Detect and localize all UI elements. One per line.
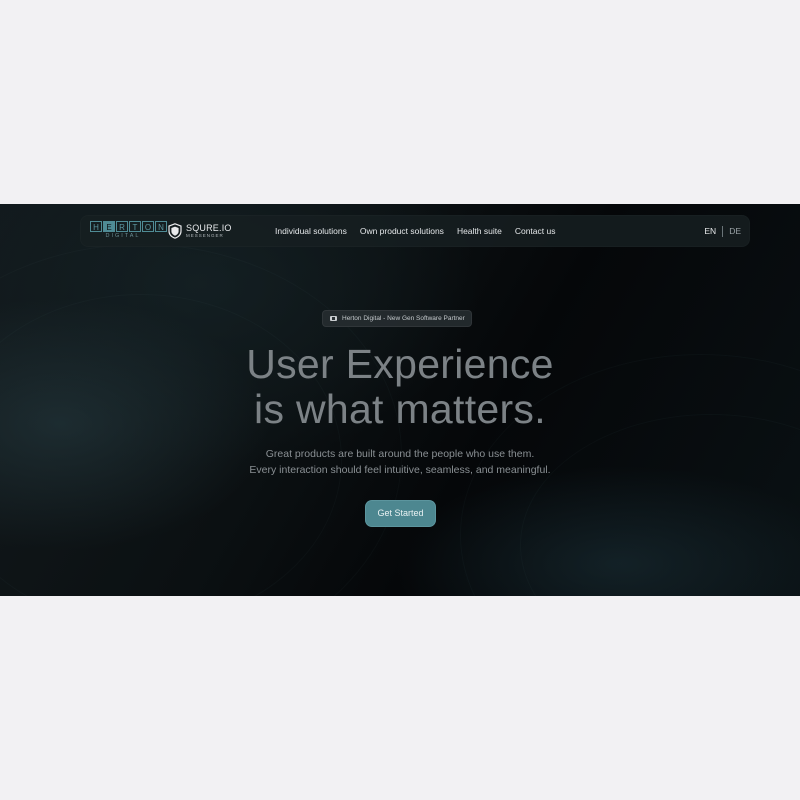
logo-letter: O xyxy=(142,221,154,232)
logo-letter: T xyxy=(129,221,141,232)
logo-letter: N xyxy=(155,221,167,232)
hero-headline: User Experience is what matters. xyxy=(0,342,800,432)
hero-subtext: Great products are built around the peop… xyxy=(0,447,800,478)
nav-link-individual-solutions[interactable]: Individual solutions xyxy=(275,226,347,236)
top-navbar: H E R T O N DIGITAL SQURE.IO MESSENGER I… xyxy=(80,215,750,247)
herton-logo-letters: H E R T O N xyxy=(90,221,167,232)
shield-icon xyxy=(168,223,182,239)
language-de[interactable]: DE xyxy=(729,226,741,236)
logo-letter: R xyxy=(116,221,128,232)
squre-logo-subtitle: MESSENGER xyxy=(186,232,224,238)
hero-badge: Herton Digital - New Gen Software Partne… xyxy=(322,310,472,327)
squre-io-logo[interactable]: SQURE.IO MESSENGER xyxy=(168,222,232,240)
herton-digital-logo[interactable]: H E R T O N DIGITAL xyxy=(90,221,167,241)
language-en[interactable]: EN xyxy=(704,226,716,236)
squre-logo-text: SQURE.IO MESSENGER xyxy=(186,222,232,239)
nav-link-health-suite[interactable]: Health suite xyxy=(457,226,502,236)
get-started-button[interactable]: Get Started xyxy=(365,500,436,527)
hero-subtext-line2: Every interaction should feel intuitive,… xyxy=(249,463,551,476)
card-icon xyxy=(330,316,337,321)
hero-subtext-line1: Great products are built around the peop… xyxy=(265,448,535,460)
logo-letter: H xyxy=(90,221,102,232)
language-divider xyxy=(722,225,724,237)
nav-links: Individual solutions Own product solutio… xyxy=(275,215,555,247)
hero-headline-line1: User Experience xyxy=(246,341,554,387)
squre-logo-name: SQURE.IO xyxy=(186,222,232,233)
nav-link-contact-us[interactable]: Contact us xyxy=(515,226,556,236)
hero-badge-text: Herton Digital - New Gen Software Partne… xyxy=(342,315,465,322)
herton-logo-subtitle: DIGITAL xyxy=(105,233,141,239)
nav-link-own-product-solutions[interactable]: Own product solutions xyxy=(360,226,444,236)
language-switcher: EN DE xyxy=(704,215,741,247)
hero-section: H E R T O N DIGITAL SQURE.IO MESSENGER I… xyxy=(0,204,800,596)
logo-letter: E xyxy=(103,221,115,232)
hero-headline-line2: is what matters. xyxy=(254,386,546,432)
